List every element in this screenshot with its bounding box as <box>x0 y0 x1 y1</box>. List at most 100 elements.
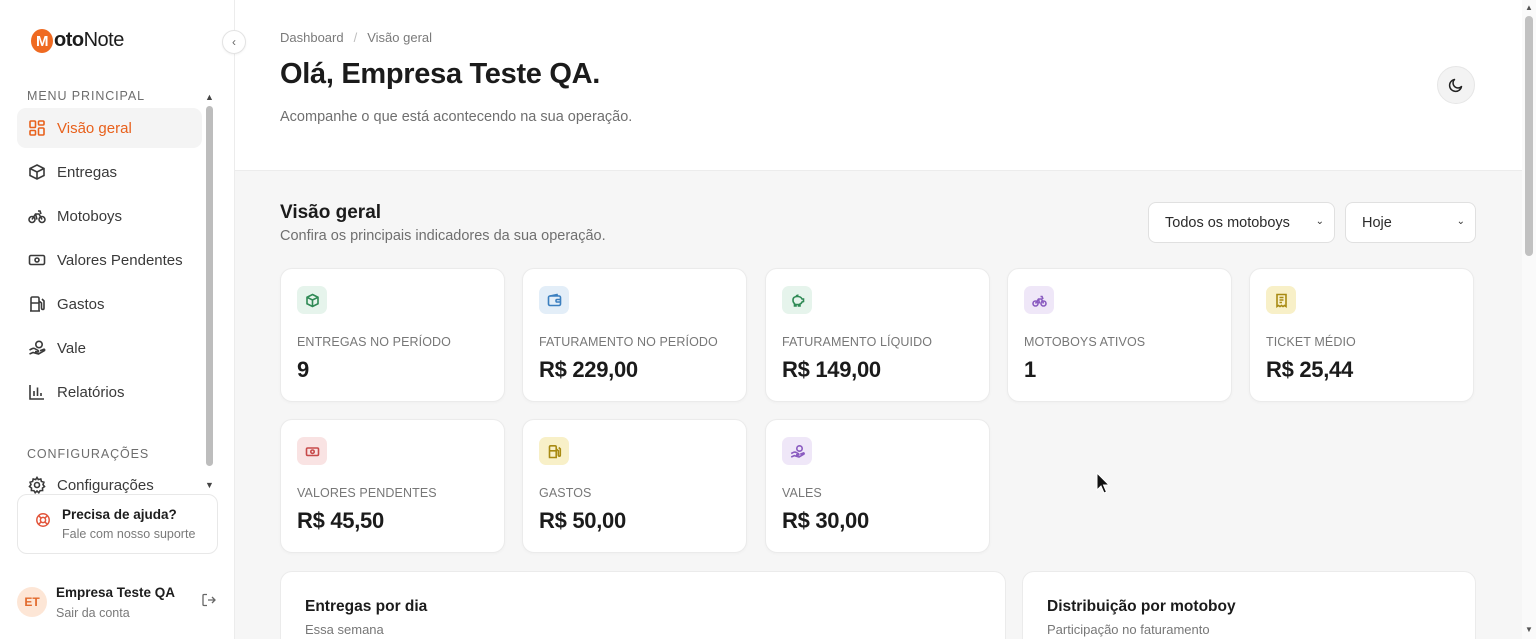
kpi-label: GASTOS <box>539 486 592 500</box>
kpi-card: TICKET MÉDIO R$ 25,44 <box>1249 268 1474 402</box>
page-header: Dashboard / Visão geral Olá, Empresa Tes… <box>235 0 1522 171</box>
fuel-icon <box>539 437 569 465</box>
cash-icon <box>297 437 327 465</box>
breadcrumb-current: Visão geral <box>367 30 433 45</box>
panel-title: Entregas por dia <box>305 598 428 615</box>
help-title: Precisa de ajuda? <box>62 507 177 522</box>
kpi-card: VALES R$ 30,00 <box>765 419 990 553</box>
theme-toggle-button[interactable] <box>1437 66 1475 104</box>
scroll-down-arrow[interactable]: ▼ <box>1525 625 1533 634</box>
sidebar-item-label: Entregas <box>57 163 118 181</box>
help-card[interactable]: Precisa de ajuda? Fale com nosso suporte <box>17 494 218 554</box>
sidebar-item-motoboys[interactable]: Motoboys <box>17 196 202 236</box>
page-title: Olá, Empresa Teste QA. <box>280 58 601 90</box>
sidebar: M oto Note MENU PRINCIPAL Visão geral En… <box>0 0 235 639</box>
sidebar-item-label: Motoboys <box>57 207 123 225</box>
grid-icon <box>28 119 46 137</box>
sidebar-item-label: Gastos <box>57 295 105 313</box>
menu-section-label: MENU PRINCIPAL <box>27 89 145 103</box>
logo-text-light: Note <box>83 28 125 51</box>
sidebar-scrollbar-thumb[interactable] <box>206 106 213 466</box>
sidebar-scroll-up-arrow[interactable]: ▲ <box>205 92 214 102</box>
breadcrumb-dashboard[interactable]: Dashboard <box>280 30 344 45</box>
bar-chart-icon <box>28 383 46 401</box>
page-scrollbar[interactable]: ▲ ▼ <box>1522 0 1536 639</box>
collapse-sidebar-button[interactable]: ‹ <box>222 30 246 54</box>
package-icon <box>28 163 46 181</box>
piggy-bank-icon <box>782 286 812 314</box>
kpi-value: R$ 25,44 <box>1266 357 1353 382</box>
fuel-icon <box>28 295 46 313</box>
kpi-value: R$ 50,00 <box>539 508 626 533</box>
sidebar-item-label: Relatórios <box>57 383 125 401</box>
bike-icon <box>1024 286 1054 314</box>
panel-title: Distribuição por motoboy <box>1047 598 1236 615</box>
moon-icon <box>1448 78 1463 93</box>
kpi-label: FATURAMENTO LÍQUIDO <box>782 335 933 349</box>
logo-mark: M <box>31 29 53 53</box>
chevron-down-icon: ⌄ <box>1456 216 1465 227</box>
kpi-card: FATURAMENTO LÍQUIDO R$ 149,00 <box>765 268 990 402</box>
kpi-label: FATURAMENTO NO PERÍODO <box>539 335 718 349</box>
logout-icon[interactable] <box>201 592 217 608</box>
page-subtitle: Acompanhe o que está acontecendo na sua … <box>280 109 633 125</box>
overview-subtitle: Confira os principais indicadores da sua… <box>280 228 606 244</box>
gear-icon <box>28 476 46 494</box>
period-filter-value: Hoje <box>1362 214 1392 231</box>
hand-coin-icon <box>782 437 812 465</box>
app-logo[interactable]: M oto Note <box>31 28 125 53</box>
sidebar-item-entregas[interactable]: Entregas <box>17 152 202 192</box>
cash-icon <box>28 251 46 269</box>
sidebar-item-valores-pendentes[interactable]: Valores Pendentes <box>17 240 202 280</box>
sidebar-item-visao-geral[interactable]: Visão geral <box>17 108 202 148</box>
kpi-card: MOTOBOYS ATIVOS 1 <box>1007 268 1232 402</box>
logo-text-bold: oto <box>54 28 84 51</box>
sidebar-item-label: Configurações <box>57 476 154 494</box>
kpi-label: TICKET MÉDIO <box>1266 335 1356 349</box>
user-name: Empresa Teste QA <box>56 585 176 600</box>
kpi-label: VALORES PENDENTES <box>297 486 437 500</box>
kpi-value: R$ 229,00 <box>539 357 638 382</box>
motoboy-filter-value: Todos os motoboys <box>1165 214 1290 231</box>
user-profile: ET Empresa Teste QA Sair da conta <box>17 584 222 624</box>
breadcrumb-separator: / <box>353 30 358 45</box>
chevron-down-icon: ⌄ <box>1315 216 1324 227</box>
hand-coin-icon <box>28 339 46 357</box>
mouse-cursor-icon <box>1096 472 1111 494</box>
logout-link[interactable]: Sair da conta <box>56 606 130 620</box>
sidebar-scroll-down-arrow[interactable]: ▼ <box>205 480 214 490</box>
kpi-card: ENTREGAS NO PERÍODO 9 <box>280 268 505 402</box>
kpi-card: GASTOS R$ 50,00 <box>522 419 747 553</box>
kpi-label: ENTREGAS NO PERÍODO <box>297 335 452 349</box>
package-icon <box>297 286 327 314</box>
period-filter-select[interactable]: Hoje ⌄ <box>1345 202 1476 243</box>
kpi-value: 9 <box>297 357 309 382</box>
sidebar-item-label: Vale <box>57 339 86 357</box>
motoboy-distribution-panel: Distribuição por motoboy Participação no… <box>1022 571 1476 639</box>
deliveries-per-day-panel: Entregas por dia Essa semana <box>280 571 1006 639</box>
kpi-label: VALES <box>782 486 822 500</box>
config-section-label: CONFIGURAÇÕES <box>27 447 150 461</box>
sidebar-item-gastos[interactable]: Gastos <box>17 284 202 324</box>
sidebar-item-label: Visão geral <box>57 119 132 137</box>
kpi-label: MOTOBOYS ATIVOS <box>1024 335 1146 349</box>
chevron-left-icon: ‹ <box>232 35 236 49</box>
receipt-icon <box>1266 286 1296 314</box>
panel-subtitle: Essa semana <box>305 622 384 637</box>
help-subtitle: Fale com nosso suporte <box>62 527 196 541</box>
avatar[interactable]: ET <box>17 587 47 617</box>
breadcrumb: Dashboard / Visão geral <box>280 30 432 45</box>
kpi-card: VALORES PENDENTES R$ 45,50 <box>280 419 505 553</box>
sidebar-item-vale[interactable]: Vale <box>17 328 202 368</box>
motoboy-filter-select[interactable]: Todos os motoboys ⌄ <box>1148 202 1335 243</box>
sidebar-item-relatorios[interactable]: Relatórios <box>17 372 202 412</box>
overview-title: Visão geral <box>280 202 382 223</box>
kpi-card: FATURAMENTO NO PERÍODO R$ 229,00 <box>522 268 747 402</box>
kpi-value: 1 <box>1024 357 1036 382</box>
panel-subtitle: Participação no faturamento <box>1047 622 1210 637</box>
bike-icon <box>28 207 46 225</box>
scroll-up-arrow[interactable]: ▲ <box>1525 3 1533 12</box>
page-scrollbar-thumb[interactable] <box>1525 16 1533 256</box>
wallet-icon <box>539 286 569 314</box>
kpi-value: R$ 149,00 <box>782 357 881 382</box>
